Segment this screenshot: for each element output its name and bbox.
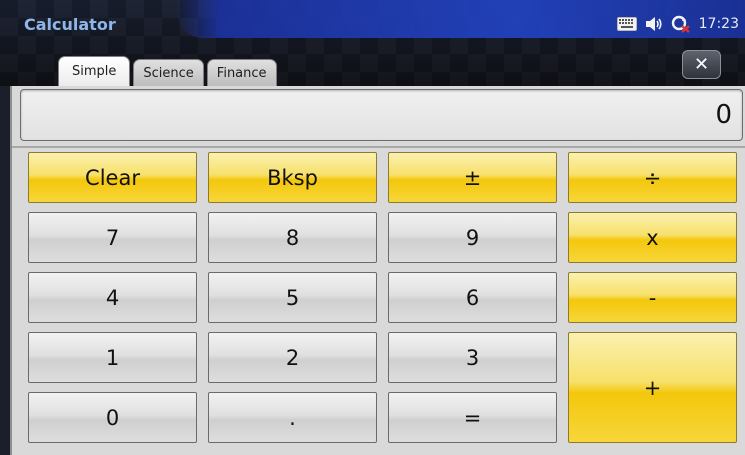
add-button[interactable]: + bbox=[568, 332, 737, 443]
digit-1-button[interactable]: 1 bbox=[28, 332, 197, 383]
subtract-button[interactable]: - bbox=[568, 272, 737, 323]
status-area: 17:23 bbox=[616, 14, 739, 34]
divide-button[interactable]: ÷ bbox=[568, 152, 737, 203]
digit-7-button[interactable]: 7 bbox=[28, 212, 197, 263]
network-disconnected-icon[interactable] bbox=[671, 15, 691, 33]
digit-2-button[interactable]: 2 bbox=[208, 332, 377, 383]
tab-simple[interactable]: Simple bbox=[58, 56, 131, 86]
equals-button[interactable]: = bbox=[388, 392, 557, 443]
calculator-panel: 0 Clear Bksp ± ÷ 7 8 9 x 4 5 6 - 1 2 3 +… bbox=[10, 86, 745, 455]
digit-6-button[interactable]: 6 bbox=[388, 272, 557, 323]
result-display: 0 bbox=[20, 89, 743, 141]
speaker-icon[interactable] bbox=[645, 16, 663, 32]
close-button[interactable]: ✕ bbox=[682, 50, 721, 79]
tab-bar: Simple Science Finance bbox=[58, 56, 277, 86]
digit-5-button[interactable]: 5 bbox=[208, 272, 377, 323]
digit-9-button[interactable]: 9 bbox=[388, 212, 557, 263]
backspace-button[interactable]: Bksp bbox=[208, 152, 377, 203]
title-bar: Calculator 17:23 Simple Science Finance … bbox=[0, 0, 745, 86]
keyboard-icon[interactable] bbox=[616, 17, 637, 31]
multiply-button[interactable]: x bbox=[568, 212, 737, 263]
digit-3-button[interactable]: 3 bbox=[388, 332, 557, 383]
digit-4-button[interactable]: 4 bbox=[28, 272, 197, 323]
plus-minus-button[interactable]: ± bbox=[388, 152, 557, 203]
tab-finance[interactable]: Finance bbox=[206, 59, 277, 86]
digit-0-button[interactable]: 0 bbox=[28, 392, 197, 443]
app-title: Calculator bbox=[24, 15, 116, 34]
tab-science[interactable]: Science bbox=[133, 59, 204, 86]
digit-8-button[interactable]: 8 bbox=[208, 212, 377, 263]
decimal-point-button[interactable]: . bbox=[208, 392, 377, 443]
clock: 17:23 bbox=[698, 16, 739, 32]
divider bbox=[12, 146, 745, 148]
clear-button[interactable]: Clear bbox=[28, 152, 197, 203]
close-icon: ✕ bbox=[693, 54, 710, 75]
display-value: 0 bbox=[715, 100, 732, 130]
